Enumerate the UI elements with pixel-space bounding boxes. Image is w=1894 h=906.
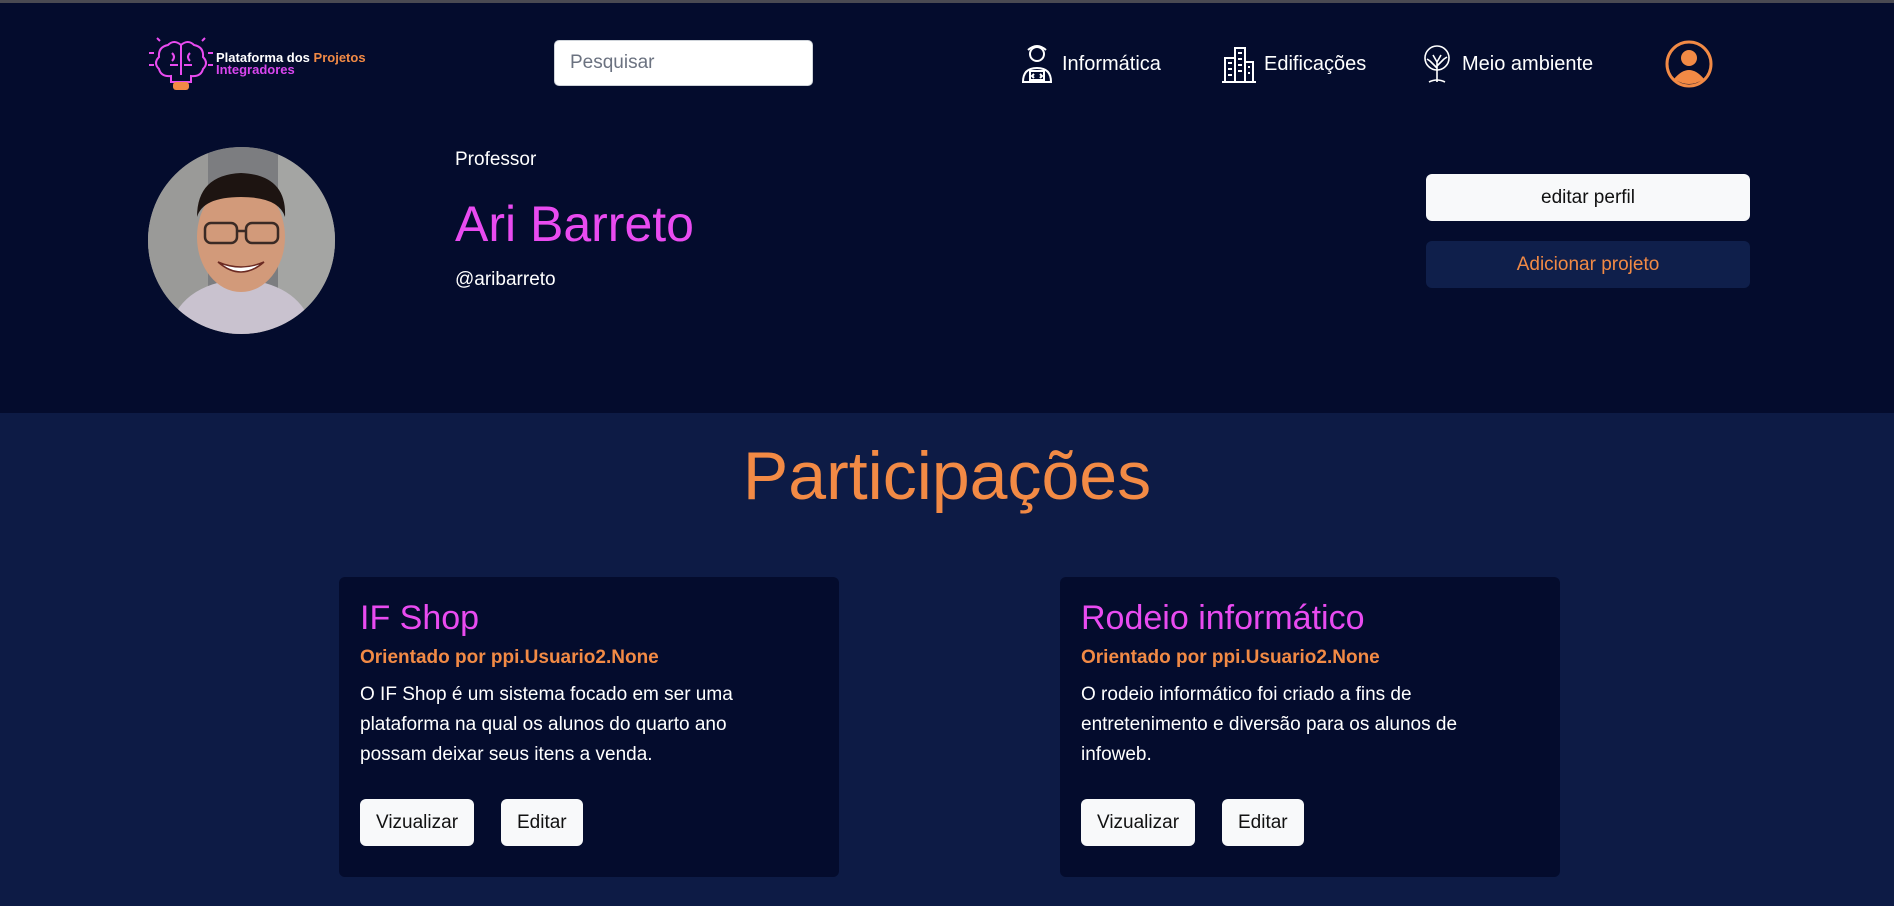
- tree-icon: [1418, 44, 1456, 84]
- nav-label: Informática: [1062, 52, 1161, 75]
- site-logo[interactable]: Plataforma dos Projetos Integradores: [148, 35, 378, 95]
- user-circle-icon: [1665, 40, 1713, 88]
- project-description: O IF Shop é um sistema focado em ser uma…: [360, 684, 733, 765]
- add-project-button[interactable]: Adicionar projeto: [1426, 241, 1750, 288]
- brain-lightbulb-icon: [149, 37, 213, 90]
- edit-project-button[interactable]: Editar: [1222, 799, 1304, 846]
- nav-label: Meio ambiente: [1462, 52, 1594, 75]
- developer-icon: [1018, 44, 1056, 84]
- profile-name: Ari Barreto: [455, 196, 694, 252]
- nav-item-meio-ambiente[interactable]: Meio ambiente: [1418, 43, 1593, 85]
- project-advisor: Orientado por ppi.Usuario2.None: [360, 647, 659, 668]
- edit-profile-button[interactable]: editar perfil: [1426, 174, 1750, 221]
- logo-text: Plataforma dos Projetos Integradores: [216, 50, 366, 77]
- nav-label: Edificações: [1264, 52, 1367, 75]
- profile-avatar: [148, 147, 335, 334]
- profile-username: @aribarreto: [455, 269, 556, 290]
- project-advisor: Orientado por ppi.Usuario2.None: [1081, 647, 1380, 668]
- view-project-button[interactable]: Vizualizar: [1081, 799, 1196, 846]
- participations-title: Participações: [742, 438, 1152, 514]
- nav-item-informatica[interactable]: Informática: [1018, 43, 1161, 85]
- project-title: Rodeio informático: [1081, 599, 1365, 637]
- profile-role: Professor: [455, 149, 537, 170]
- search-input[interactable]: [554, 40, 813, 86]
- project-title: IF Shop: [360, 599, 480, 637]
- edit-project-button[interactable]: Editar: [501, 799, 583, 846]
- logo-text-part3: Integradores: [216, 62, 295, 77]
- buildings-icon: [1220, 44, 1258, 84]
- page-header: Plataforma dos Projetos Integradores Inf…: [0, 3, 1894, 413]
- project-description: O rodeio informático foi criado a fins d…: [1081, 684, 1458, 765]
- project-card: IF Shop Orientado por ppi.Usuario2.None …: [339, 577, 839, 877]
- project-card: Rodeio informático Orientado por ppi.Usu…: [1060, 577, 1560, 877]
- user-account-button[interactable]: [1664, 39, 1714, 89]
- nav-item-edificacoes[interactable]: Edificações: [1220, 43, 1366, 85]
- logo-text-part2: Projetos: [313, 50, 366, 65]
- view-project-button[interactable]: Vizualizar: [360, 799, 475, 846]
